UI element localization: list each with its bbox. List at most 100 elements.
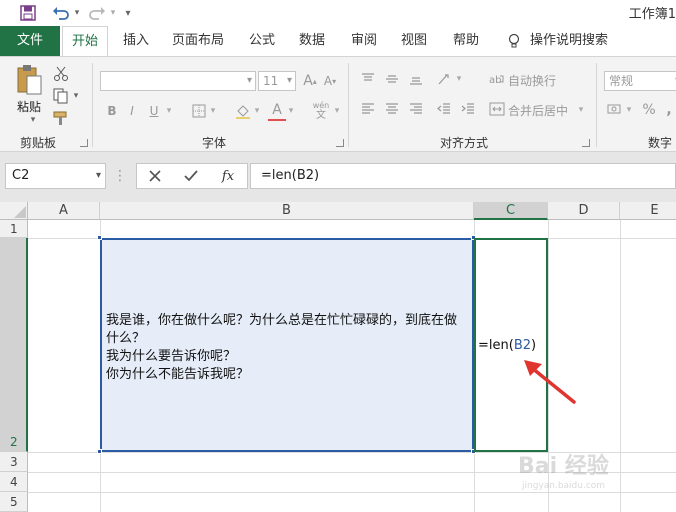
align-center-icon[interactable] xyxy=(384,101,400,117)
fill-color-dropdown-icon[interactable]: ▾ xyxy=(252,101,262,121)
increase-font-icon[interactable]: A ▴ xyxy=(302,71,318,91)
name-box[interactable]: C2 ▾ xyxy=(5,163,106,189)
column-header-c[interactable]: C xyxy=(474,202,548,220)
svg-text:ab: ab xyxy=(489,75,501,86)
tab-page-layout[interactable]: 页面布局 xyxy=(166,26,230,56)
number-group-label: 数字 xyxy=(648,136,673,150)
copy-dropdown-icon[interactable]: ▾ xyxy=(72,91,80,101)
alignment-group-label: 对齐方式 xyxy=(440,136,489,150)
cut-icon[interactable] xyxy=(52,65,70,83)
column-header-b[interactable]: B xyxy=(100,202,474,220)
row-header-2[interactable]: 2 xyxy=(0,238,28,452)
phonetic-icon[interactable]: wén 文 xyxy=(310,99,332,123)
formula-bar: C2 ▾ ⋮ fx =len(B2) xyxy=(0,152,676,202)
copy-icon[interactable] xyxy=(52,87,70,105)
clipboard-launcher-icon[interactable] xyxy=(80,139,88,147)
underline-dropdown-icon[interactable]: ▾ xyxy=(164,101,174,121)
fill-color-icon[interactable] xyxy=(234,101,252,121)
annotation-arrow-icon xyxy=(524,360,576,404)
currency-icon[interactable] xyxy=(606,101,624,119)
decrease-font-icon[interactable]: A ▾ xyxy=(322,71,338,91)
lightbulb-icon xyxy=(504,26,524,56)
tell-me-search[interactable]: 操作说明搜索 xyxy=(530,26,610,56)
merge-center-button[interactable]: 合并后居中 xyxy=(508,102,568,119)
cell-c2[interactable]: =len(B2) xyxy=(474,238,548,452)
wrap-text-button[interactable]: 自动换行 xyxy=(508,72,556,89)
clipboard-group-label: 剪贴板 xyxy=(20,136,57,150)
tab-insert[interactable]: 插入 xyxy=(118,26,154,56)
range-handle[interactable] xyxy=(97,449,102,454)
column-header-d[interactable]: D xyxy=(548,202,620,220)
align-right-icon[interactable] xyxy=(408,101,424,117)
cancel-icon[interactable] xyxy=(145,167,165,185)
bold-button[interactable]: B xyxy=(104,101,120,121)
row-header-4[interactable]: 4 xyxy=(0,472,28,492)
top-align-icon[interactable] xyxy=(360,71,376,87)
undo-dropdown-icon[interactable]: ▾ xyxy=(72,3,82,23)
enter-check-icon[interactable] xyxy=(181,167,201,185)
font-name-combo[interactable] xyxy=(100,71,256,91)
name-box-dropdown-icon[interactable]: ▾ xyxy=(96,164,101,188)
range-handle[interactable] xyxy=(97,235,102,240)
percent-button[interactable]: % xyxy=(640,101,658,119)
window-title: 工作簿1 xyxy=(628,7,676,22)
insert-function-button[interactable]: fx xyxy=(217,167,239,185)
formula-tools: fx xyxy=(136,163,248,189)
column-header-a[interactable]: A xyxy=(28,202,100,220)
number-format-combo[interactable]: 常规 xyxy=(604,71,676,91)
paste-icon[interactable] xyxy=(14,63,44,97)
quick-access-toolbar: ▾ ▾ ▾ 工作簿1 xyxy=(0,0,676,26)
bottom-align-icon[interactable] xyxy=(408,71,424,87)
underline-button[interactable]: U xyxy=(146,101,162,121)
row-header-3[interactable]: 3 xyxy=(0,452,28,472)
customize-icon[interactable]: ▾ xyxy=(122,3,134,23)
decrease-indent-icon[interactable] xyxy=(436,101,452,117)
font-launcher-icon[interactable] xyxy=(336,139,344,147)
italic-button[interactable]: I xyxy=(124,101,140,121)
redo-dropdown-icon[interactable]: ▾ xyxy=(108,3,118,23)
formula-input[interactable]: =len(B2) xyxy=(250,163,676,189)
borders-dropdown-icon[interactable]: ▾ xyxy=(208,101,218,121)
group-separator xyxy=(348,63,349,147)
increase-indent-icon[interactable] xyxy=(460,101,476,117)
row-header-5[interactable]: 5 xyxy=(0,492,28,512)
phonetic-glyph: 文 xyxy=(316,110,326,121)
tab-review[interactable]: 审阅 xyxy=(346,26,382,56)
watermark-sub: jingyan.baidu.com xyxy=(522,481,606,491)
column-header-e[interactable]: E xyxy=(620,202,676,220)
orientation-dropdown-icon[interactable]: ▾ xyxy=(454,71,464,87)
cell-b2[interactable]: 我是谁，你在做什么呢？为什么总是在忙忙碌碌的，到底在做什么？ 我为什么要告诉你呢… xyxy=(100,238,474,452)
merge-center-icon[interactable] xyxy=(488,101,506,117)
tab-formulas[interactable]: 公式 xyxy=(244,26,280,56)
gridline xyxy=(620,220,621,512)
format-painter-icon[interactable] xyxy=(52,109,70,127)
cell-c2-formula-prefix: =len( xyxy=(478,337,514,353)
middle-align-icon[interactable] xyxy=(384,71,400,87)
group-separator xyxy=(92,63,93,147)
merge-center-dropdown-icon[interactable]: ▾ xyxy=(576,102,586,118)
save-icon[interactable] xyxy=(18,3,38,23)
wrap-text-icon[interactable]: ab xyxy=(488,71,506,87)
align-left-icon[interactable] xyxy=(360,101,376,117)
orientation-icon[interactable] xyxy=(436,71,454,87)
row-header-1[interactable]: 1 xyxy=(0,220,28,238)
watermark: Bai 经验 xyxy=(518,454,609,479)
currency-dropdown-icon[interactable]: ▾ xyxy=(624,101,634,119)
paste-dropdown-icon[interactable]: ▾ xyxy=(28,115,38,125)
font-color-dropdown-icon[interactable]: ▾ xyxy=(286,101,296,121)
phonetic-dropdown-icon[interactable]: ▾ xyxy=(332,101,342,121)
alignment-launcher-icon[interactable] xyxy=(582,139,590,147)
font-size-combo[interactable]: 11 xyxy=(258,71,296,91)
paste-button[interactable]: 粘贴 xyxy=(14,97,44,115)
tab-file[interactable]: 文件 xyxy=(0,26,60,56)
font-color-icon[interactable]: A xyxy=(268,101,286,121)
undo-icon[interactable] xyxy=(50,3,72,23)
tab-help[interactable]: 帮助 xyxy=(448,26,484,56)
borders-icon[interactable] xyxy=(190,101,208,121)
tab-data[interactable]: 数据 xyxy=(294,26,330,56)
tab-home[interactable]: 开始 xyxy=(62,26,108,57)
select-all-corner[interactable] xyxy=(0,202,28,220)
tab-view[interactable]: 视图 xyxy=(396,26,432,56)
comma-button[interactable]: , xyxy=(662,101,676,119)
redo-icon[interactable] xyxy=(86,3,108,23)
